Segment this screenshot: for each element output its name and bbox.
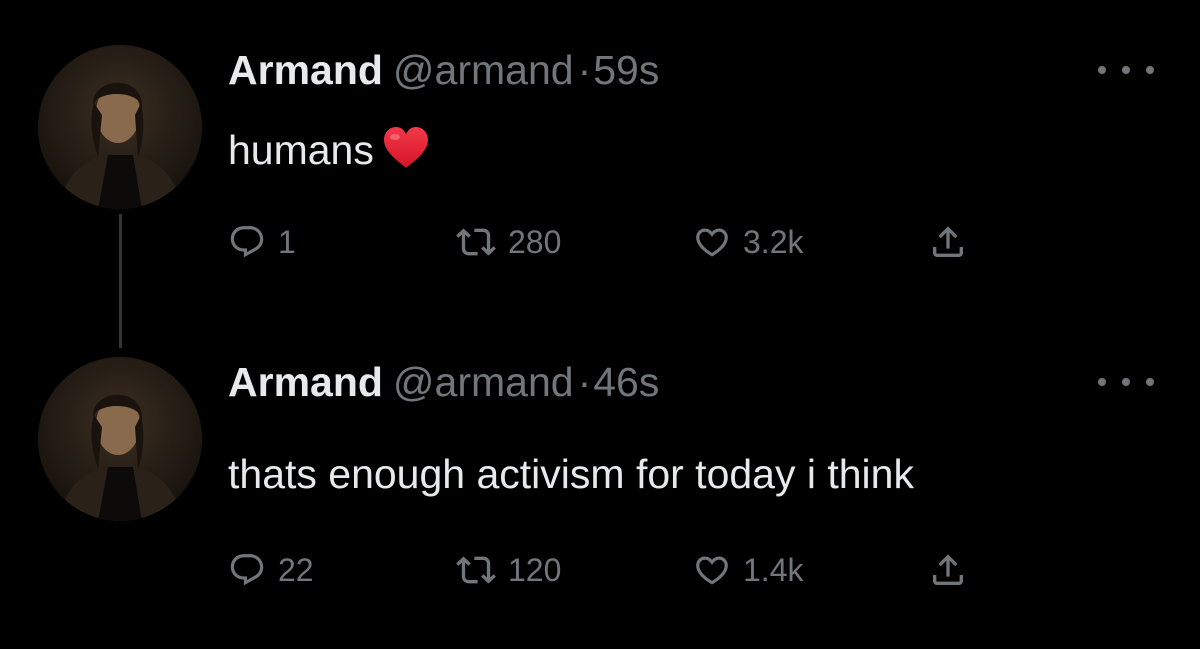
ellipsis-icon <box>1098 66 1106 74</box>
tweet-text-content: thats enough activism for today i think <box>228 451 914 497</box>
separator-dot: · <box>577 47 592 93</box>
tweet-actions: 22 120 1.4k <box>228 548 988 592</box>
share-icon <box>933 226 963 257</box>
heart-icon <box>696 228 728 257</box>
avatar[interactable] <box>38 357 202 521</box>
share-button[interactable] <box>928 220 968 264</box>
reply-button[interactable]: 22 <box>228 548 314 592</box>
red-heart-emoji-icon <box>382 126 430 182</box>
like-count: 1.4k <box>743 551 804 588</box>
reply-count: 22 <box>278 551 314 588</box>
tweet-header: Armand @armand·46s <box>228 359 659 405</box>
avatar[interactable] <box>38 45 202 209</box>
ellipsis-icon <box>1098 378 1106 386</box>
display-name[interactable]: Armand <box>228 47 383 93</box>
retweet-icon <box>456 556 496 584</box>
tweet[interactable]: Armand @armand·59s humans 1 280 3.2k <box>0 0 1200 300</box>
reply-count: 1 <box>278 223 296 260</box>
ellipsis-icon <box>1146 66 1154 74</box>
tweet-actions: 1 280 3.2k <box>228 220 988 264</box>
tweet-text: humans <box>228 124 430 182</box>
timestamp[interactable]: 46s <box>593 359 659 405</box>
user-handle[interactable]: @armand <box>393 47 574 93</box>
share-icon <box>933 554 963 585</box>
like-button[interactable]: 3.2k <box>693 220 803 264</box>
avatar-image <box>38 45 202 209</box>
more-options-button[interactable] <box>1098 367 1154 397</box>
timestamp[interactable]: 59s <box>593 47 659 93</box>
reply-icon <box>230 554 264 586</box>
display-name[interactable]: Armand <box>228 359 383 405</box>
more-options-button[interactable] <box>1098 55 1154 85</box>
tweet-text: thats enough activism for today i think <box>228 448 914 500</box>
user-handle[interactable]: @armand <box>393 359 574 405</box>
share-button[interactable] <box>928 548 968 592</box>
retweet-count: 280 <box>508 223 562 260</box>
retweet-count: 120 <box>508 551 562 588</box>
reply-icon <box>230 226 264 258</box>
tweet-header: Armand @armand·59s <box>228 47 659 93</box>
retweet-button[interactable]: 120 <box>456 548 561 592</box>
ellipsis-icon <box>1122 66 1130 74</box>
ellipsis-icon <box>1122 378 1130 386</box>
like-button[interactable]: 1.4k <box>693 548 803 592</box>
reply-button[interactable]: 1 <box>228 220 296 264</box>
tweet[interactable]: Armand @armand·46s thats enough activism … <box>0 312 1200 612</box>
avatar-image <box>38 357 202 521</box>
retweet-button[interactable]: 280 <box>456 220 561 264</box>
heart-icon <box>696 556 728 585</box>
separator-dot: · <box>577 359 592 405</box>
like-count: 3.2k <box>743 223 804 260</box>
retweet-icon <box>456 228 496 256</box>
ellipsis-icon <box>1146 378 1154 386</box>
tweet-text-content: humans <box>228 127 374 173</box>
